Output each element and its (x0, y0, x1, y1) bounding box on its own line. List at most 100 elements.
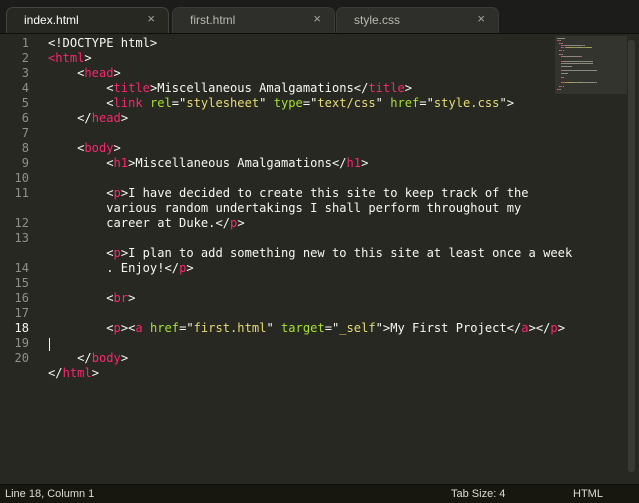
minimap-token (571, 65, 572, 67)
code-token: h1 (113, 156, 129, 170)
syntax-indicator[interactable]: HTML (573, 488, 603, 500)
code-line: <html> (48, 51, 558, 66)
line-number: 13 (14, 231, 29, 245)
code-token: type (273, 96, 303, 110)
close-icon[interactable]: × (313, 11, 321, 26)
code-token: >I plan to add something new to this sit… (120, 246, 573, 260)
line-number: 3 (21, 66, 29, 80)
code-token: < (48, 96, 114, 110)
line-number (0, 201, 36, 216)
code-token: < (48, 156, 114, 170)
minimap-token (559, 40, 561, 42)
code-line: <p><a href="first.html" target="_self">M… (48, 321, 565, 336)
tab-bar: index.html × first.html × style.css × (0, 0, 639, 34)
minimap[interactable] (555, 36, 627, 94)
code-token: a (135, 321, 143, 335)
code-token: > (361, 156, 369, 170)
code-token: > (113, 66, 121, 80)
code-token: ></ (528, 321, 551, 335)
tab-label: style.css (354, 13, 401, 27)
tab-first-html[interactable]: first.html × (172, 7, 335, 33)
code-token: . Enjoy!</ (48, 261, 180, 275)
code-line: <p>I have decided to create this site to… (48, 186, 558, 201)
minimap-token (561, 54, 563, 56)
tab-label: first.html (190, 13, 236, 27)
code-token: href (149, 321, 180, 335)
text-cursor (49, 338, 50, 351)
minimap-token (562, 70, 597, 72)
minimap-token (562, 86, 564, 88)
code-token: </ (48, 111, 92, 125)
line-number: 4 (21, 81, 29, 95)
code-token: <!DOCTYPE html> (48, 36, 158, 50)
minimap-token (563, 56, 580, 58)
line-number: 6 (21, 111, 29, 125)
code-token: > (186, 261, 194, 275)
code-token: " (259, 96, 274, 110)
code-token: < (48, 66, 85, 80)
code-token: >Miscellaneous Amalgamations</ (128, 156, 347, 170)
code-line: <p>I plan to add something new to this s… (48, 246, 572, 261)
code-token: >Miscellaneous Amalgamations</ (149, 81, 369, 95)
editor-window: index.html × first.html × style.css × 12… (0, 0, 639, 503)
code-token: br (113, 291, 129, 305)
minimap-token (561, 65, 571, 67)
code-token: < (48, 81, 114, 95)
code-token: > (237, 216, 245, 230)
minimap-token (581, 81, 593, 83)
minimap-token (564, 44, 582, 46)
code-line: <h1>Miscellaneous Amalgamations</h1> (48, 156, 558, 171)
code-editor[interactable]: <!DOCTYPE html> <html> <head> <title>Misc… (48, 36, 572, 381)
tab-size-indicator[interactable]: Tab Size: 4 (451, 488, 505, 500)
code-token: > (120, 111, 129, 125)
code-line: <head> (48, 66, 558, 81)
code-token: >I have decided to create this site to k… (120, 186, 529, 200)
close-icon[interactable]: × (147, 11, 155, 26)
code-line: . Enjoy!</p> (48, 261, 558, 276)
code-line: career at Duke.</p> (48, 216, 558, 231)
line-number: 18 (14, 321, 29, 335)
line-number: 1 (21, 36, 29, 50)
tab-style-css[interactable]: style.css × (336, 7, 499, 33)
code-token: a (521, 321, 529, 335)
code-token: "> (499, 96, 514, 110)
code-token: =" (179, 321, 194, 335)
code-token: target (281, 321, 325, 335)
code-token: > (120, 351, 129, 365)
code-token: body (91, 351, 121, 365)
code-token: =" (171, 96, 187, 110)
code-token: > (404, 81, 413, 95)
status-bar: Line 18, Column 1 Tab Size: 4 HTML (0, 484, 639, 503)
minimap-token (567, 72, 568, 74)
code-token: p (113, 321, 121, 335)
cursor-position: Line 18, Column 1 (5, 488, 95, 500)
code-token: " (375, 96, 391, 110)
line-number: 5 (21, 96, 29, 110)
code-token: href (390, 96, 420, 110)
code-token: career at Duke.</ (48, 216, 231, 230)
minimap-token (562, 61, 594, 62)
code-token: < (48, 291, 114, 305)
code-token: body (84, 141, 114, 155)
code-token: _self (339, 321, 376, 335)
line-number: 8 (21, 141, 29, 155)
code-line: <!DOCTYPE html> (48, 36, 558, 51)
code-token: various random undertakings I shall perf… (48, 201, 522, 215)
close-icon[interactable]: × (477, 11, 485, 26)
minimap-token (562, 49, 564, 51)
line-number: 11 (14, 186, 29, 200)
code-token: < (48, 141, 85, 155)
code-token: > (84, 51, 92, 65)
line-number: 2 (21, 51, 29, 65)
tab-index-html[interactable]: index.html × (6, 7, 169, 33)
code-token: title (368, 81, 405, 95)
code-line: <link rel="stylesheet" type="text/css" h… (48, 96, 558, 111)
code-line: <title>Miscellaneous Amalgamations</titl… (48, 81, 558, 96)
code-token: > (557, 321, 565, 335)
code-token: < (48, 321, 114, 335)
vertical-scrollbar[interactable] (628, 40, 635, 472)
